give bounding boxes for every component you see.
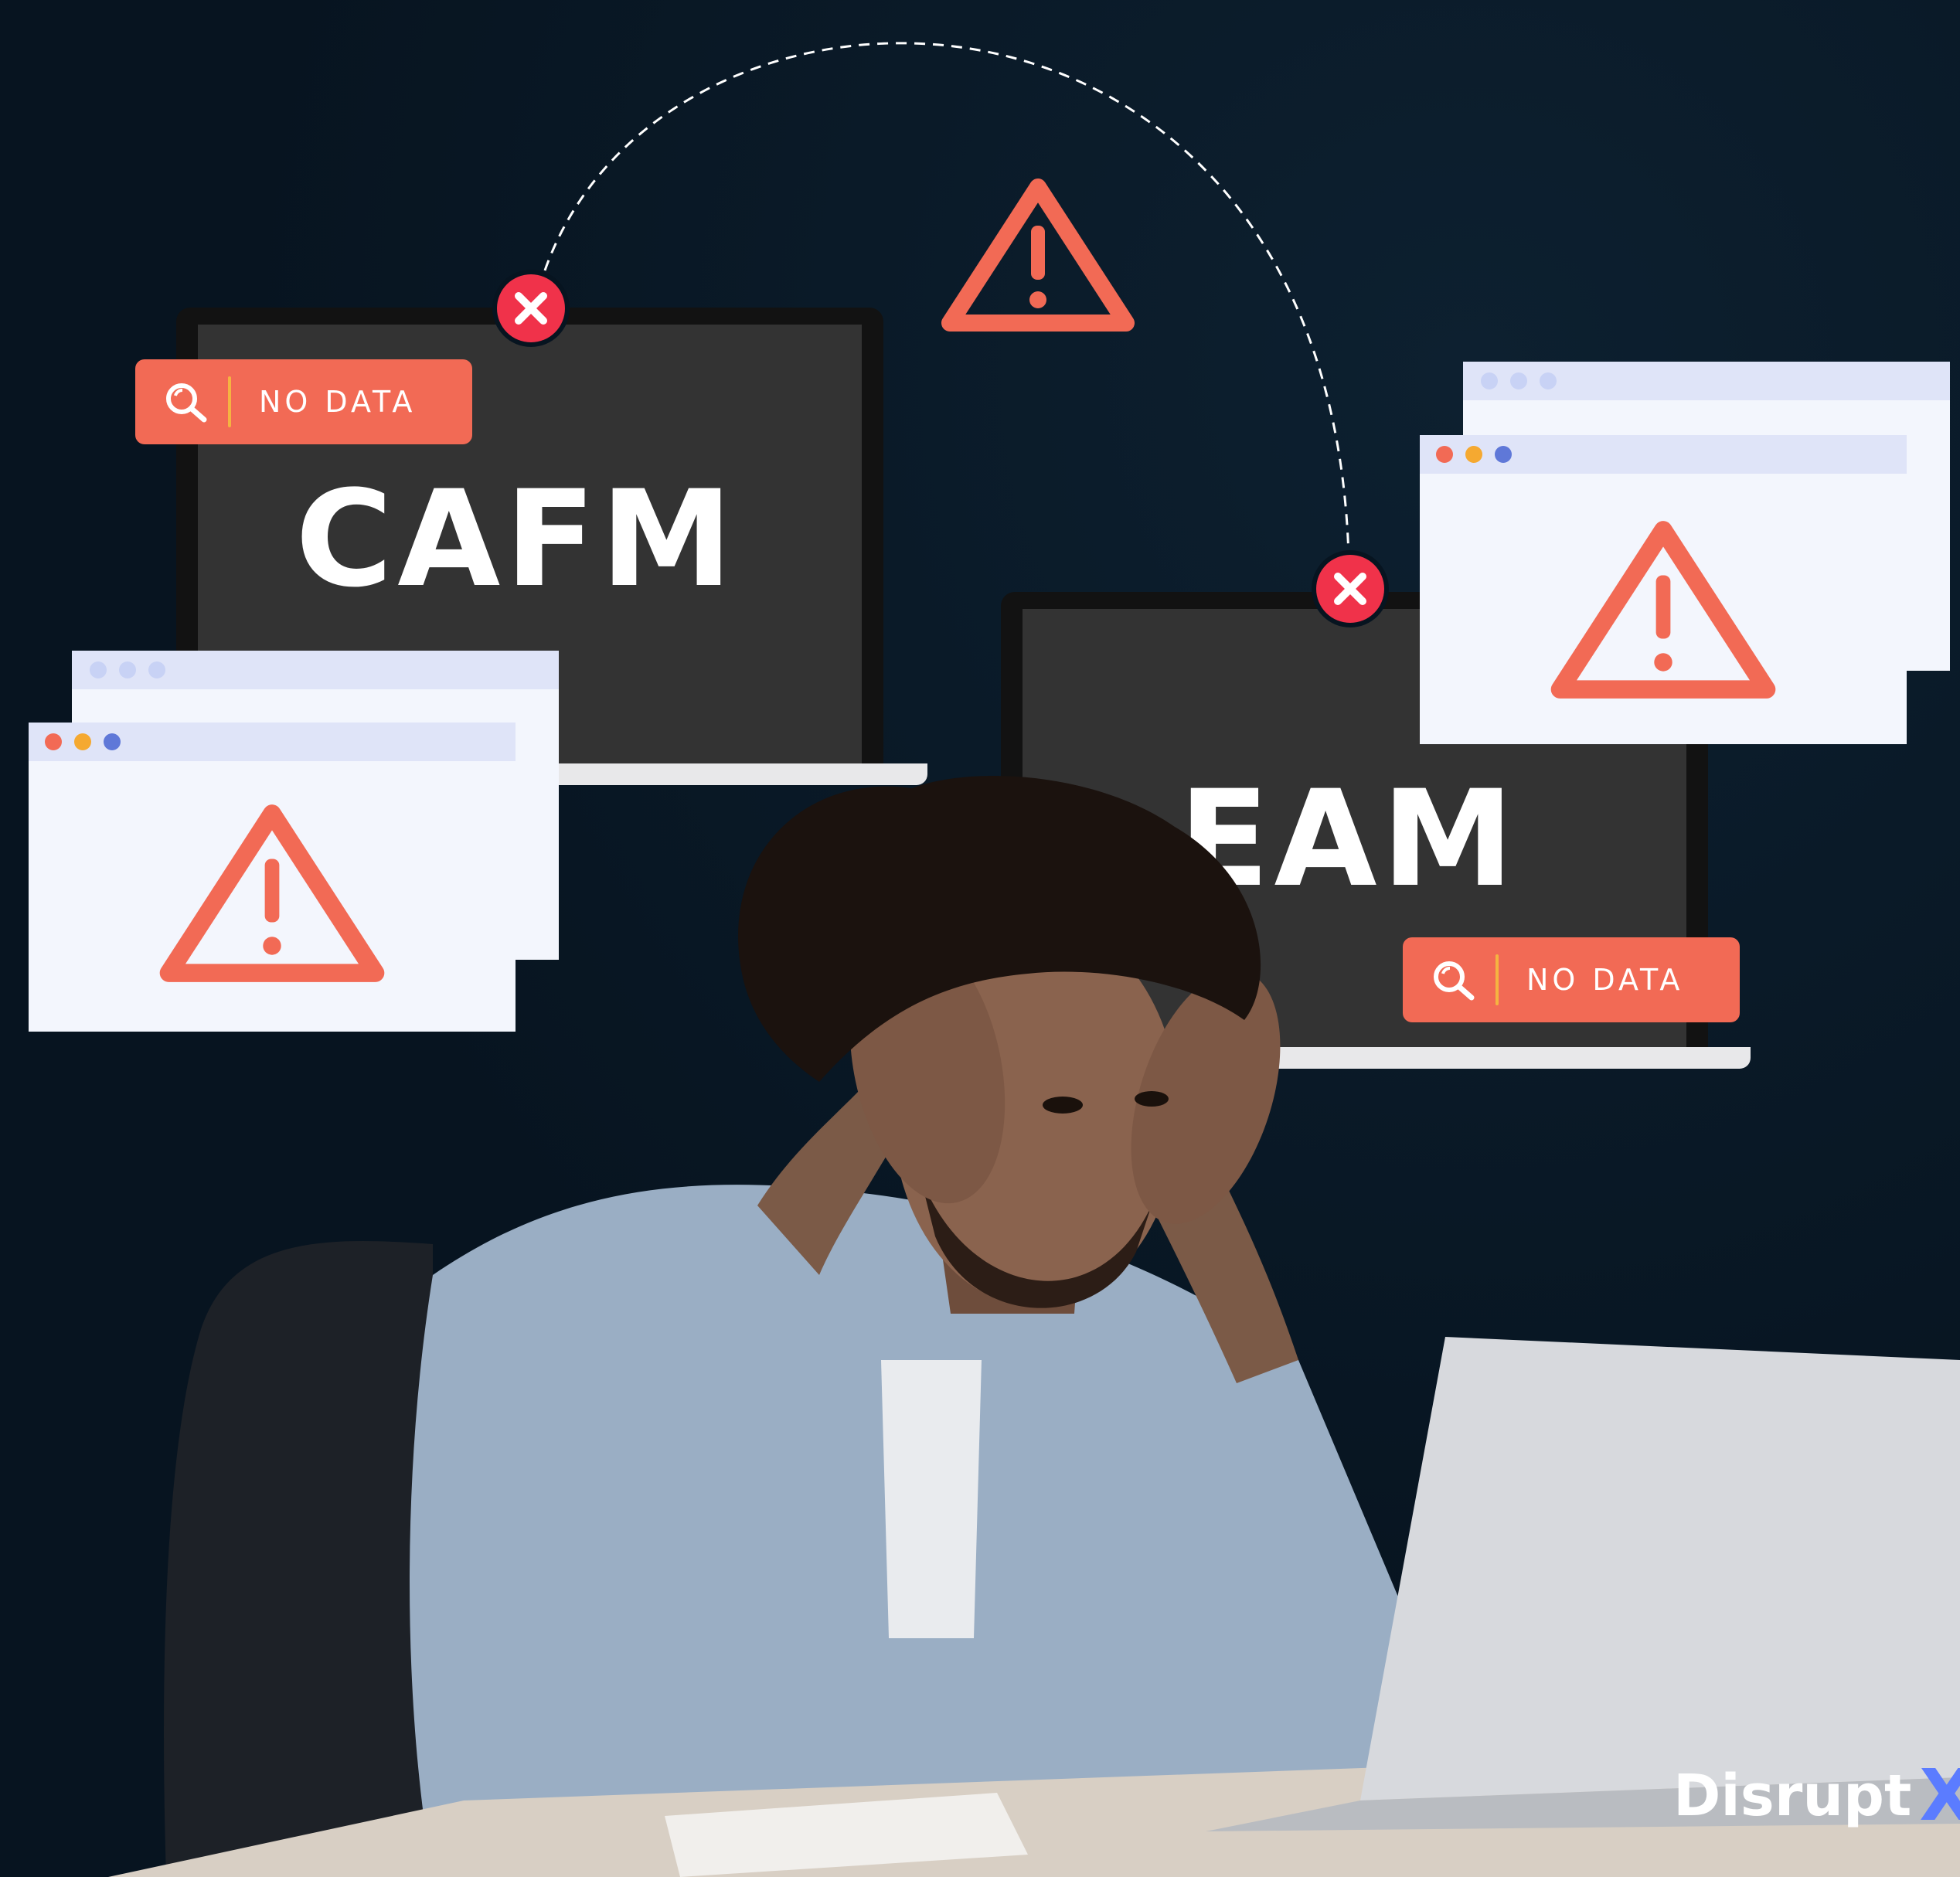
logo-x-mark: X xyxy=(1919,1754,1960,1837)
logo-text: Disrupt xyxy=(1673,1762,1912,1829)
stressed-man-photo xyxy=(108,776,1960,1877)
brand-logo: Disrupt X xyxy=(1673,1754,1960,1837)
